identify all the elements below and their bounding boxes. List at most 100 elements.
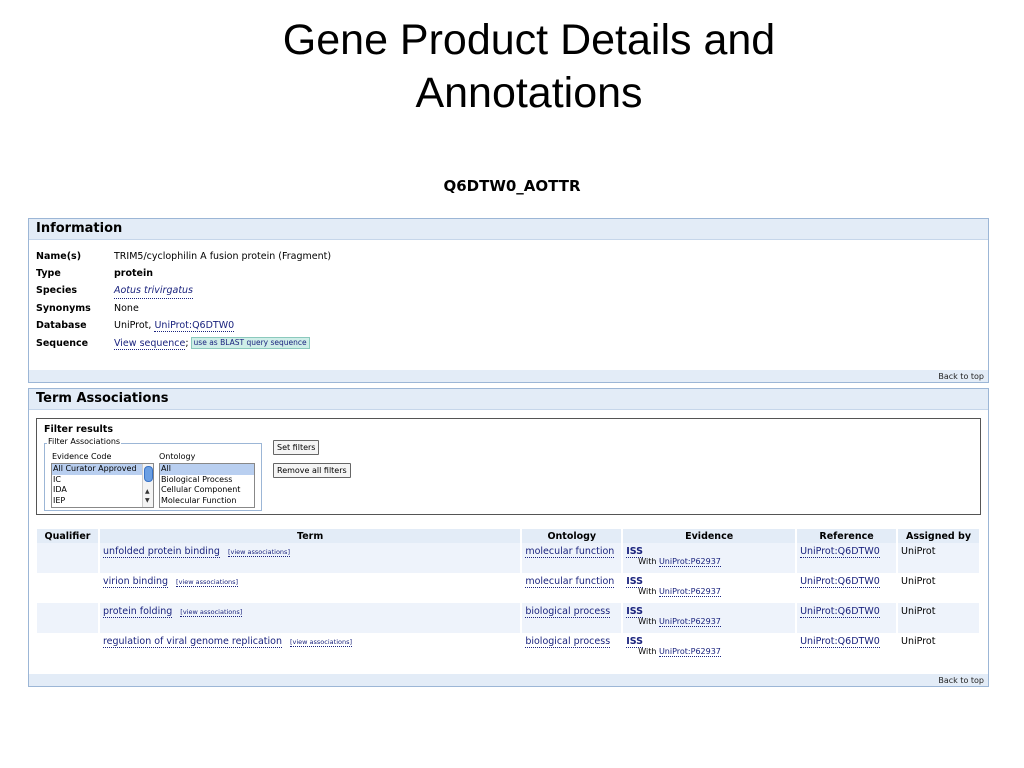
back-to-top-link[interactable]: Back to top [938, 372, 984, 381]
col-header-reference[interactable]: Reference [796, 529, 899, 543]
term-link[interactable]: unfolded protein binding [102, 546, 220, 558]
info-row-type: Type protein [36, 267, 153, 281]
with-link[interactable]: UniProt:P62937 [658, 647, 721, 657]
evidence-code-label: Evidence Code [52, 452, 112, 461]
ontology-link[interactable]: molecular function [525, 546, 615, 558]
with-line: With UniProt:P62937 [626, 557, 792, 567]
reference-link[interactable]: UniProt:Q6DTW0 [800, 636, 880, 648]
col-header-assigned-by[interactable]: Assigned by [897, 529, 981, 543]
ontology-option[interactable]: Biological Process [160, 475, 254, 486]
view-associations-link[interactable]: [view associations] [180, 608, 243, 617]
table-row: protein folding [view associations] biolo… [37, 603, 981, 633]
ontology-option[interactable]: Cellular Component [160, 485, 254, 496]
slide-title-line1: Gene Product Details and [282, 16, 776, 64]
gene-product-id: Q6DTW0_AOTTR [443, 177, 581, 195]
ontology-listbox[interactable]: All Biological Process Cellular Componen… [159, 463, 255, 508]
reference-cell: UniProt:Q6DTW0 [796, 633, 899, 671]
col-header-ontology[interactable]: Ontology [521, 529, 624, 543]
term-associations-heading: Term Associations [29, 389, 988, 410]
associations-table: Qualifier Term Ontology Evidence Referen… [37, 529, 981, 671]
evidence-code-listbox[interactable]: All Curator Approved IC IDA IEP ▲ ▼ [51, 463, 154, 508]
set-filters-button[interactable]: Set filters [273, 440, 320, 455]
term-link[interactable]: virion binding [102, 576, 169, 588]
reference-link[interactable]: UniProt:Q6DTW0 [800, 606, 880, 618]
back-to-top-link[interactable]: Back to top [938, 676, 984, 685]
info-value: None [114, 303, 139, 314]
view-sequence-link[interactable]: View sequence [114, 338, 186, 350]
col-header-term[interactable]: Term [98, 529, 523, 543]
qualifier-cell [37, 543, 100, 573]
assigned-by-cell: UniProt [897, 543, 981, 573]
scrollbar-thumb[interactable] [144, 466, 153, 482]
evidence-cell: ISS With UniProt:P62937 [622, 633, 798, 671]
with-link[interactable]: UniProt:P62937 [658, 617, 721, 627]
ontology-option[interactable]: Molecular Function [160, 496, 254, 507]
reference-link[interactable]: UniProt:Q6DTW0 [800, 546, 880, 558]
table-row: unfolded protein binding [view associatio… [37, 543, 981, 573]
species-link[interactable]: Aotus trivirgatus [114, 284, 194, 299]
view-associations-link[interactable]: [view associations] [289, 638, 353, 647]
evidence-option[interactable]: IC [52, 475, 153, 486]
ontology-link[interactable]: biological process [525, 606, 611, 618]
evidence-option[interactable]: IEP [52, 496, 153, 507]
term-cell: virion binding [view associations] [98, 573, 523, 603]
info-row-species: Species Aotus trivirgatus [36, 284, 194, 299]
evidence-option[interactable]: All Curator Approved [52, 464, 153, 475]
with-link[interactable]: UniProt:P62937 [658, 587, 721, 597]
term-link[interactable]: regulation of viral genome replication [102, 636, 282, 648]
col-header-evidence[interactable]: Evidence [622, 529, 798, 543]
reference-cell: UniProt:Q6DTW0 [796, 543, 899, 573]
reference-link[interactable]: UniProt:Q6DTW0 [800, 576, 880, 588]
col-header-qualifier[interactable]: Qualifier [37, 529, 100, 543]
ontology-cell: molecular function [521, 573, 624, 603]
ontology-link[interactable]: biological process [525, 636, 611, 648]
evidence-cell: ISS With UniProt:P62937 [622, 543, 798, 573]
with-line: With UniProt:P62937 [626, 617, 792, 627]
assigned-by-cell: UniProt [897, 633, 981, 671]
qualifier-cell [37, 633, 100, 671]
evidence-option[interactable]: IDA [52, 485, 153, 496]
info-key: Sequence [36, 338, 89, 349]
term-cell: unfolded protein binding [view associatio… [98, 543, 523, 573]
with-line: With UniProt:P62937 [626, 587, 792, 597]
assigned-by-cell: UniProt [897, 603, 981, 633]
table-row: regulation of viral genome replication [v… [37, 633, 981, 671]
scroll-up-arrow-icon[interactable]: ▲ [145, 489, 150, 495]
blast-query-button[interactable]: use as BLAST query sequence [190, 337, 310, 349]
evidence-cell: ISS With UniProt:P62937 [622, 573, 798, 603]
listbox-scrollbar[interactable]: ▲ ▼ [142, 464, 153, 507]
info-row-database: Database UniProt, UniProt:Q6DTW0 [36, 319, 235, 333]
view-associations-link[interactable]: [view associations] [227, 548, 290, 557]
with-label: With [638, 617, 657, 626]
with-link[interactable]: UniProt:P62937 [658, 557, 721, 567]
ontology-cell: biological process [521, 633, 624, 671]
info-row-synonyms: Synonyms None [36, 302, 139, 316]
info-row-sequence: Sequence View sequence; use as BLAST query… [36, 337, 310, 351]
with-label: With [638, 557, 657, 566]
info-key: Species [36, 285, 78, 296]
ontology-option[interactable]: All [160, 464, 254, 475]
slide-title: Gene Product Details and Annotations [0, 14, 1024, 120]
remove-all-filters-button[interactable]: Remove all filters [273, 463, 351, 478]
filter-title: Filter results [44, 424, 113, 435]
filter-box: Filter results Filter Associations Evide… [36, 418, 981, 515]
table-header-row: Qualifier Term Ontology Evidence Referen… [37, 529, 981, 543]
info-value: UniProt, [114, 320, 152, 331]
with-line: With UniProt:P62937 [626, 647, 792, 657]
information-panel: Information Name(s) TRIM5/cyclophilin A f… [28, 218, 989, 383]
reference-cell: UniProt:Q6DTW0 [796, 603, 899, 633]
info-row-names: Name(s) TRIM5/cyclophilin A fusion protei… [36, 250, 331, 264]
scroll-down-arrow-icon[interactable]: ▼ [145, 498, 150, 504]
term-link[interactable]: protein folding [102, 606, 173, 618]
info-value: TRIM5/cyclophilin A fusion protein (Frag… [114, 251, 332, 262]
view-associations-link[interactable]: [view associations] [176, 578, 239, 587]
ontology-link[interactable]: molecular function [525, 576, 615, 588]
database-link[interactable]: UniProt:Q6DTW0 [154, 320, 235, 332]
reference-cell: UniProt:Q6DTW0 [796, 573, 899, 603]
table-row: virion binding [view associations] molecu… [37, 573, 981, 603]
filter-fieldset: Filter Associations Evidence Code Ontolo… [44, 437, 262, 511]
qualifier-cell [37, 573, 100, 603]
evidence-cell: ISS With UniProt:P62937 [622, 603, 798, 633]
info-key: Synonyms [36, 303, 91, 314]
with-label: With [638, 587, 657, 596]
